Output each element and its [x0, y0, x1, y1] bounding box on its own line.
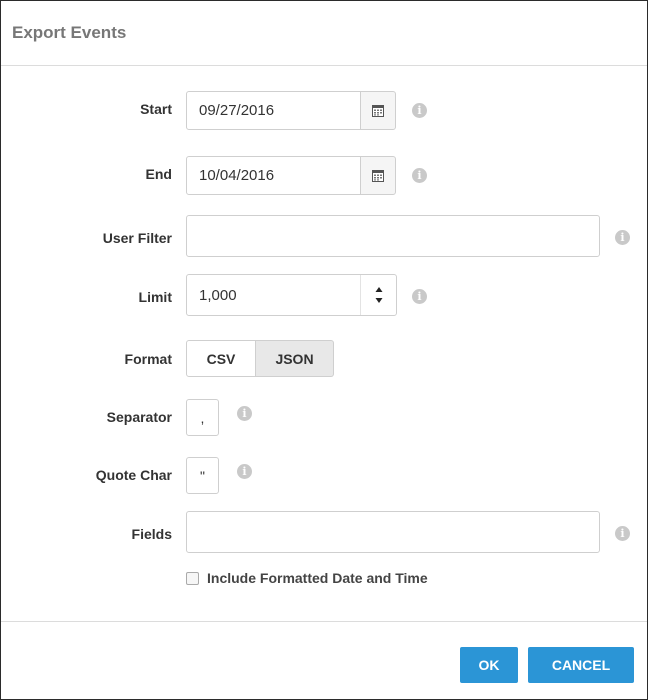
- quote-char-input[interactable]: ": [186, 457, 219, 494]
- fields-info-icon[interactable]: i: [615, 526, 630, 541]
- separator-value: ,: [200, 409, 205, 426]
- fields-input[interactable]: [186, 511, 600, 553]
- fields-label: Fields: [131, 526, 172, 542]
- end-calendar-button[interactable]: [360, 156, 396, 195]
- format-csv-button[interactable]: CSV: [186, 340, 256, 377]
- separator-info-icon[interactable]: i: [237, 406, 252, 421]
- dialog-title: Export Events: [12, 23, 127, 42]
- export-events-dialog: Export Events Start 09/27/2016 i End 10/…: [0, 0, 648, 700]
- start-date-value: 09/27/2016: [199, 102, 275, 119]
- include-formatted-label: Include Formatted Date and Time: [207, 570, 428, 586]
- include-formatted-checkbox[interactable]: [186, 571, 199, 585]
- calendar-icon: [372, 105, 384, 117]
- format-label: Format: [124, 351, 172, 367]
- limit-info-icon[interactable]: i: [412, 289, 427, 304]
- quote-char-label: Quote Char: [95, 467, 172, 483]
- dialog-header: Export Events: [1, 1, 647, 66]
- limit-label: Limit: [138, 289, 172, 305]
- format-json-button[interactable]: JSON: [256, 340, 334, 377]
- limit-value: 1,000: [199, 286, 237, 304]
- end-label: End: [145, 166, 172, 182]
- end-date-value: 10/04/2016: [199, 167, 275, 184]
- user-filter-info-icon[interactable]: i: [615, 230, 630, 245]
- dialog-footer: OK CANCEL: [1, 621, 647, 700]
- user-filter-input[interactable]: [186, 215, 600, 257]
- start-info-icon[interactable]: i: [412, 103, 427, 118]
- start-date-input[interactable]: 09/27/2016: [186, 91, 361, 130]
- spinner-arrows-icon: [375, 287, 383, 303]
- separator-input[interactable]: ,: [186, 399, 219, 436]
- start-label: Start: [140, 101, 172, 117]
- separator-label: Separator: [106, 409, 172, 425]
- limit-spinner[interactable]: [360, 275, 397, 315]
- cancel-button[interactable]: CANCEL: [528, 647, 634, 683]
- quote-char-info-icon[interactable]: i: [237, 464, 252, 479]
- end-info-icon[interactable]: i: [412, 168, 427, 183]
- include-formatted-option[interactable]: Include Formatted Date and Time: [186, 570, 428, 586]
- format-toggle-group: CSV JSON: [186, 340, 334, 377]
- quote-char-value: ": [200, 467, 205, 484]
- start-calendar-button[interactable]: [360, 91, 396, 130]
- calendar-icon: [372, 170, 384, 182]
- user-filter-label: User Filter: [102, 230, 172, 246]
- ok-button[interactable]: OK: [460, 647, 518, 683]
- end-date-input[interactable]: 10/04/2016: [186, 156, 361, 195]
